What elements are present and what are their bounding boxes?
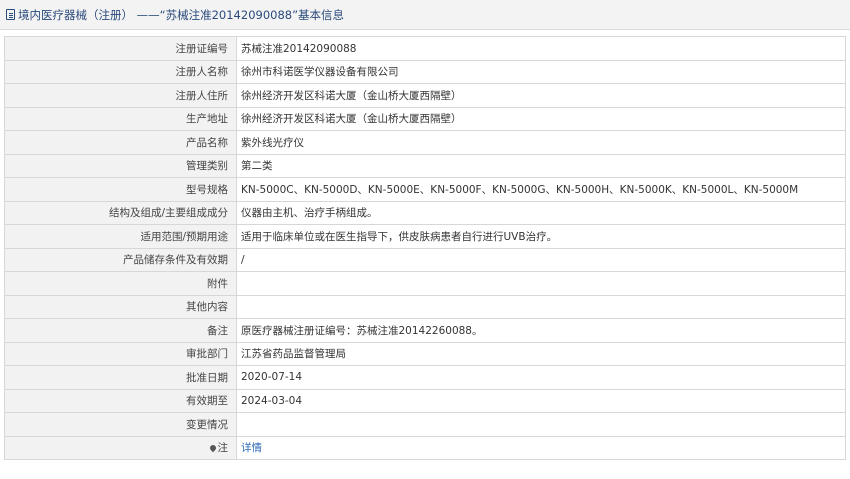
- field-label: 注册证编号: [4, 36, 237, 61]
- field-label: 附件: [4, 271, 237, 296]
- field-label: 备注: [4, 318, 237, 343]
- note-label-cell: 注: [4, 435, 237, 460]
- field-label: 其他内容: [4, 294, 237, 319]
- field-value: [236, 412, 846, 437]
- note-value-cell: 详情: [236, 435, 846, 460]
- field-label: 管理类别: [4, 153, 237, 178]
- details-link[interactable]: 详情: [241, 442, 262, 454]
- field-value: 徐州市科诺医学仪器设备有限公司: [236, 59, 846, 84]
- field-value: 仪器由主机、治疗手柄组成。: [236, 200, 846, 225]
- field-value: [236, 294, 846, 319]
- field-value: 适用于临床单位或在医生指导下，供皮肤病患者自行进行UVB治疗。: [236, 224, 846, 249]
- table-row: 审批部门 江苏省药品监督管理局: [4, 341, 846, 366]
- device-info-table: 注册证编号 苏械注准20142090088 注册人名称 徐州市科诺医学仪器设备有限公…: [4, 36, 846, 460]
- table-row: 批准日期 2020-07-14: [4, 365, 846, 390]
- field-label: 审批部门: [4, 341, 237, 366]
- field-value: 紫外线光疗仪: [236, 130, 846, 155]
- table-row: 结构及组成/主要组成成分 仪器由主机、治疗手柄组成。: [4, 200, 846, 225]
- table-row: 注册证编号 苏械注准20142090088: [4, 36, 846, 61]
- field-label: 批准日期: [4, 365, 237, 390]
- document-icon: [6, 9, 15, 20]
- field-label: 有效期至: [4, 388, 237, 413]
- table-row: 产品储存条件及有效期 /: [4, 247, 846, 272]
- field-label: 产品名称: [4, 130, 237, 155]
- field-value: 2020-07-14: [236, 365, 846, 390]
- table-row: 变更情况: [4, 412, 846, 437]
- table-row: 有效期至 2024-03-04: [4, 388, 846, 413]
- field-label: 结构及组成/主要组成成分: [4, 200, 237, 225]
- note-row: 注 详情: [4, 435, 846, 460]
- table-row: 注册人名称 徐州市科诺医学仪器设备有限公司: [4, 59, 846, 84]
- field-value: KN-5000C、KN-5000D、KN-5000E、KN-5000F、KN-5…: [236, 177, 846, 202]
- field-label: 生产地址: [4, 106, 237, 131]
- field-label: 适用范围/预期用途: [4, 224, 237, 249]
- field-value: 江苏省药品监督管理局: [236, 341, 846, 366]
- table-row: 型号规格 KN-5000C、KN-5000D、KN-5000E、KN-5000F、…: [4, 177, 846, 202]
- field-value: [236, 271, 846, 296]
- pin-icon: [208, 444, 217, 453]
- info-table-wrapper: 注册证编号 苏械注准20142090088 注册人名称 徐州市科诺医学仪器设备有限公…: [4, 36, 846, 460]
- field-label: 产品储存条件及有效期: [4, 247, 237, 272]
- table-row: 其他内容: [4, 294, 846, 319]
- field-value: 2024-03-04: [236, 388, 846, 413]
- field-label: 注册人名称: [4, 59, 237, 84]
- field-label: 型号规格: [4, 177, 237, 202]
- field-label: 变更情况: [4, 412, 237, 437]
- table-row: 管理类别 第二类: [4, 153, 846, 178]
- page-header: 境内医疗器械（注册） ——“苏械注准20142090088”基本信息: [0, 0, 850, 30]
- table-row: 注册人住所 徐州经济开发区科诺大厦（金山桥大厦西隔壁）: [4, 83, 846, 108]
- field-value: 第二类: [236, 153, 846, 178]
- field-value: 苏械注准20142090088: [236, 36, 846, 61]
- field-value: 原医疗器械注册证编号：苏械注准20142260088。: [236, 318, 846, 343]
- page-title: 境内医疗器械（注册） ——“苏械注准20142090088”基本信息: [18, 7, 345, 22]
- field-value: /: [236, 247, 846, 272]
- table-row: 适用范围/预期用途 适用于临床单位或在医生指导下，供皮肤病患者自行进行UVB治疗。: [4, 224, 846, 249]
- table-row: 备注 原医疗器械注册证编号：苏械注准20142260088。: [4, 318, 846, 343]
- table-row: 生产地址 徐州经济开发区科诺大厦（金山桥大厦西隔壁）: [4, 106, 846, 131]
- field-value: 徐州经济开发区科诺大厦（金山桥大厦西隔壁）: [236, 83, 846, 108]
- note-label: 注: [217, 442, 229, 455]
- table-row: 附件: [4, 271, 846, 296]
- field-label: 注册人住所: [4, 83, 237, 108]
- field-value: 徐州经济开发区科诺大厦（金山桥大厦西隔壁）: [236, 106, 846, 131]
- table-row: 产品名称 紫外线光疗仪: [4, 130, 846, 155]
